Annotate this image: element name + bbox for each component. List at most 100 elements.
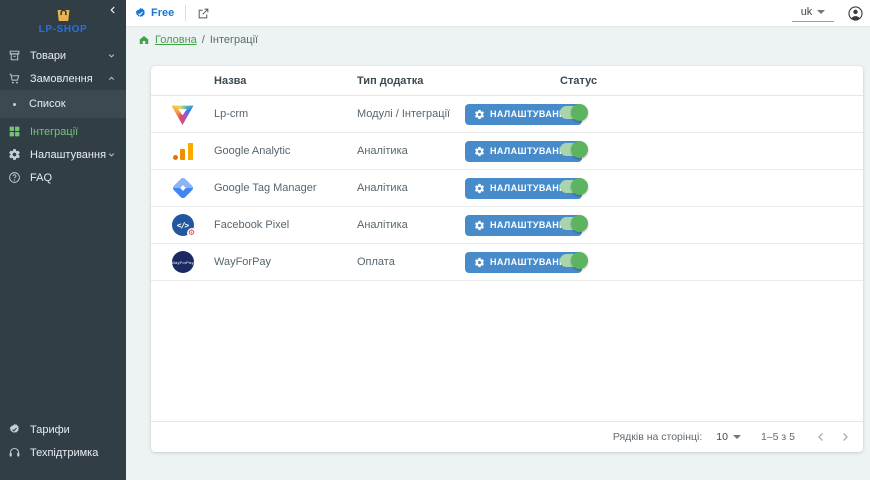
- logo-text: LP-SHOP: [39, 24, 88, 35]
- sidebar-item-label: FAQ: [30, 172, 117, 184]
- gear-icon: [474, 257, 485, 268]
- account-button[interactable]: [847, 5, 864, 22]
- box-icon: [8, 49, 21, 62]
- breadcrumb-separator: /: [202, 34, 205, 46]
- ga-logo: [172, 140, 194, 162]
- sidebar-item-label: Техпідтримка: [30, 447, 117, 459]
- sidebar-item-label: Інтеграції: [30, 126, 117, 138]
- status-toggle[interactable]: [560, 180, 587, 193]
- integration-name: WayForPay: [214, 256, 357, 268]
- table-header: Назва Тип додатка Статус: [151, 66, 863, 96]
- chevron-left-icon: [107, 4, 119, 16]
- topbar-divider: [185, 5, 186, 21]
- chevron-right-icon: [838, 430, 852, 444]
- gear-icon: [474, 183, 485, 194]
- gear-icon: [474, 146, 485, 157]
- table-pagination: Рядків на сторінці: 10 1–5 з 5: [151, 421, 863, 452]
- chevron-up-icon: [106, 73, 117, 84]
- integration-type: Аналітика: [357, 219, 465, 231]
- chevron-left-icon: [814, 430, 828, 444]
- previous-page-button[interactable]: [809, 425, 833, 449]
- sidebar-item-label: Замовлення: [30, 73, 106, 85]
- header-cell-status: Статус: [560, 75, 863, 87]
- content: Головна / Інтеграції Назва Тип додатка С…: [126, 27, 870, 480]
- sidebar-item-список[interactable]: Список: [0, 90, 126, 118]
- plan-label: Free: [151, 7, 174, 19]
- pagination-range: 1–5 з 5: [761, 431, 795, 443]
- chevron-down-icon: [733, 435, 741, 439]
- status-toggle[interactable]: [560, 217, 587, 230]
- table-empty-space: [151, 281, 863, 421]
- logo-block: LP-SHOP: [0, 0, 126, 42]
- sidebar-collapse-button[interactable]: [107, 4, 119, 16]
- sidebar-item-label: Список: [29, 98, 117, 110]
- table-body: Lp-crmМодулі / ІнтеграціїНАЛАШТУВАННЯGoo…: [151, 96, 863, 281]
- gtm-logo: [172, 177, 194, 199]
- integration-name: Lp-crm: [214, 108, 357, 120]
- gear-icon: [474, 220, 485, 231]
- integration-name: Google Analytic: [214, 145, 357, 157]
- person-circle-icon: [847, 5, 864, 22]
- next-page-button[interactable]: [833, 425, 857, 449]
- status-toggle[interactable]: [560, 254, 587, 267]
- fbpixel-logo: [172, 214, 194, 236]
- sidebar-item-інтеграції[interactable]: Інтеграції: [0, 120, 126, 143]
- sidebar: LP-SHOP Товари Замовлення Список Інтеграції…: [0, 0, 126, 480]
- status-toggle[interactable]: [560, 106, 587, 119]
- integration-type: Модулі / Інтеграції: [357, 108, 465, 120]
- wfp-logo: [172, 251, 194, 273]
- sidebar-item-товари[interactable]: Товари: [0, 44, 126, 67]
- table-row: Google AnalyticАналітикаНАЛАШТУВАННЯ: [151, 133, 863, 170]
- topbar: Free uk: [126, 0, 870, 27]
- chevron-down-icon: [106, 149, 117, 160]
- rows-per-page-value: 10: [716, 431, 728, 443]
- status-toggle[interactable]: [560, 143, 587, 156]
- cart-icon: [8, 72, 21, 85]
- sidebar-item-label: Тарифи: [30, 424, 117, 436]
- main-area: Free uk Головна / Інтеграції Назва Тип д…: [126, 0, 870, 480]
- table-row: Lp-crmМодулі / ІнтеграціїНАЛАШТУВАННЯ: [151, 96, 863, 133]
- header-cell-type: Тип додатка: [357, 75, 465, 87]
- sidebar-item-faq[interactable]: FAQ: [0, 166, 126, 189]
- integrations-card: Назва Тип додатка Статус Lp-crmМодулі / …: [151, 66, 863, 452]
- plan-badge[interactable]: Free: [134, 7, 174, 20]
- help-icon: [8, 171, 21, 184]
- rows-per-page-label: Рядків на сторінці:: [613, 431, 702, 443]
- integration-type: Оплата: [357, 256, 465, 268]
- gear-icon: [474, 109, 485, 120]
- breadcrumb-current: Інтеграції: [210, 34, 258, 46]
- gear-icon: [8, 148, 21, 161]
- bullet-icon: [13, 103, 16, 106]
- verified-icon: [8, 423, 21, 436]
- sidebar-item-тарифи[interactable]: Тарифи: [0, 418, 126, 441]
- sidebar-item-label: Налаштування: [30, 149, 106, 161]
- table-row: Google Tag ManagerАналітикаНАЛАШТУВАННЯ: [151, 170, 863, 207]
- sidebar-item-техпідтримка[interactable]: Техпідтримка: [0, 441, 126, 464]
- sidebar-nav: Товари Замовлення Список Інтеграції Налаштув…: [0, 44, 126, 418]
- open-site-button[interactable]: [197, 7, 210, 20]
- table-row: WayForPayОплатаНАЛАШТУВАННЯ: [151, 244, 863, 281]
- chevron-down-icon: [106, 50, 117, 61]
- integration-name: Google Tag Manager: [214, 182, 357, 194]
- breadcrumb-home-link[interactable]: Головна: [155, 34, 197, 46]
- chevron-down-icon: [817, 10, 825, 14]
- table-row: Facebook PixelАналітикаНАЛАШТУВАННЯ: [151, 207, 863, 244]
- sidebar-item-замовлення[interactable]: Замовлення: [0, 67, 126, 90]
- lpcrm-logo: [172, 103, 194, 125]
- apps-icon: [8, 125, 21, 138]
- integration-name: Facebook Pixel: [214, 219, 357, 231]
- integration-type: Аналітика: [357, 182, 465, 194]
- sidebar-item-налаштування[interactable]: Налаштування: [0, 143, 126, 166]
- integration-type: Аналітика: [357, 145, 465, 157]
- language-select[interactable]: uk: [792, 5, 834, 22]
- breadcrumb: Головна / Інтеграції: [138, 32, 870, 48]
- headset-icon: [8, 446, 21, 459]
- header-cell-name: Назва: [214, 75, 357, 87]
- home-icon: [138, 34, 150, 46]
- sidebar-nav-bottom: Тарифи Техпідтримка: [0, 418, 126, 480]
- rows-per-page-select[interactable]: 10: [716, 431, 741, 443]
- shop-bag-icon: [54, 4, 73, 23]
- open-in-new-icon: [197, 7, 210, 20]
- language-value: uk: [801, 6, 813, 18]
- verified-seal-icon: [134, 7, 147, 20]
